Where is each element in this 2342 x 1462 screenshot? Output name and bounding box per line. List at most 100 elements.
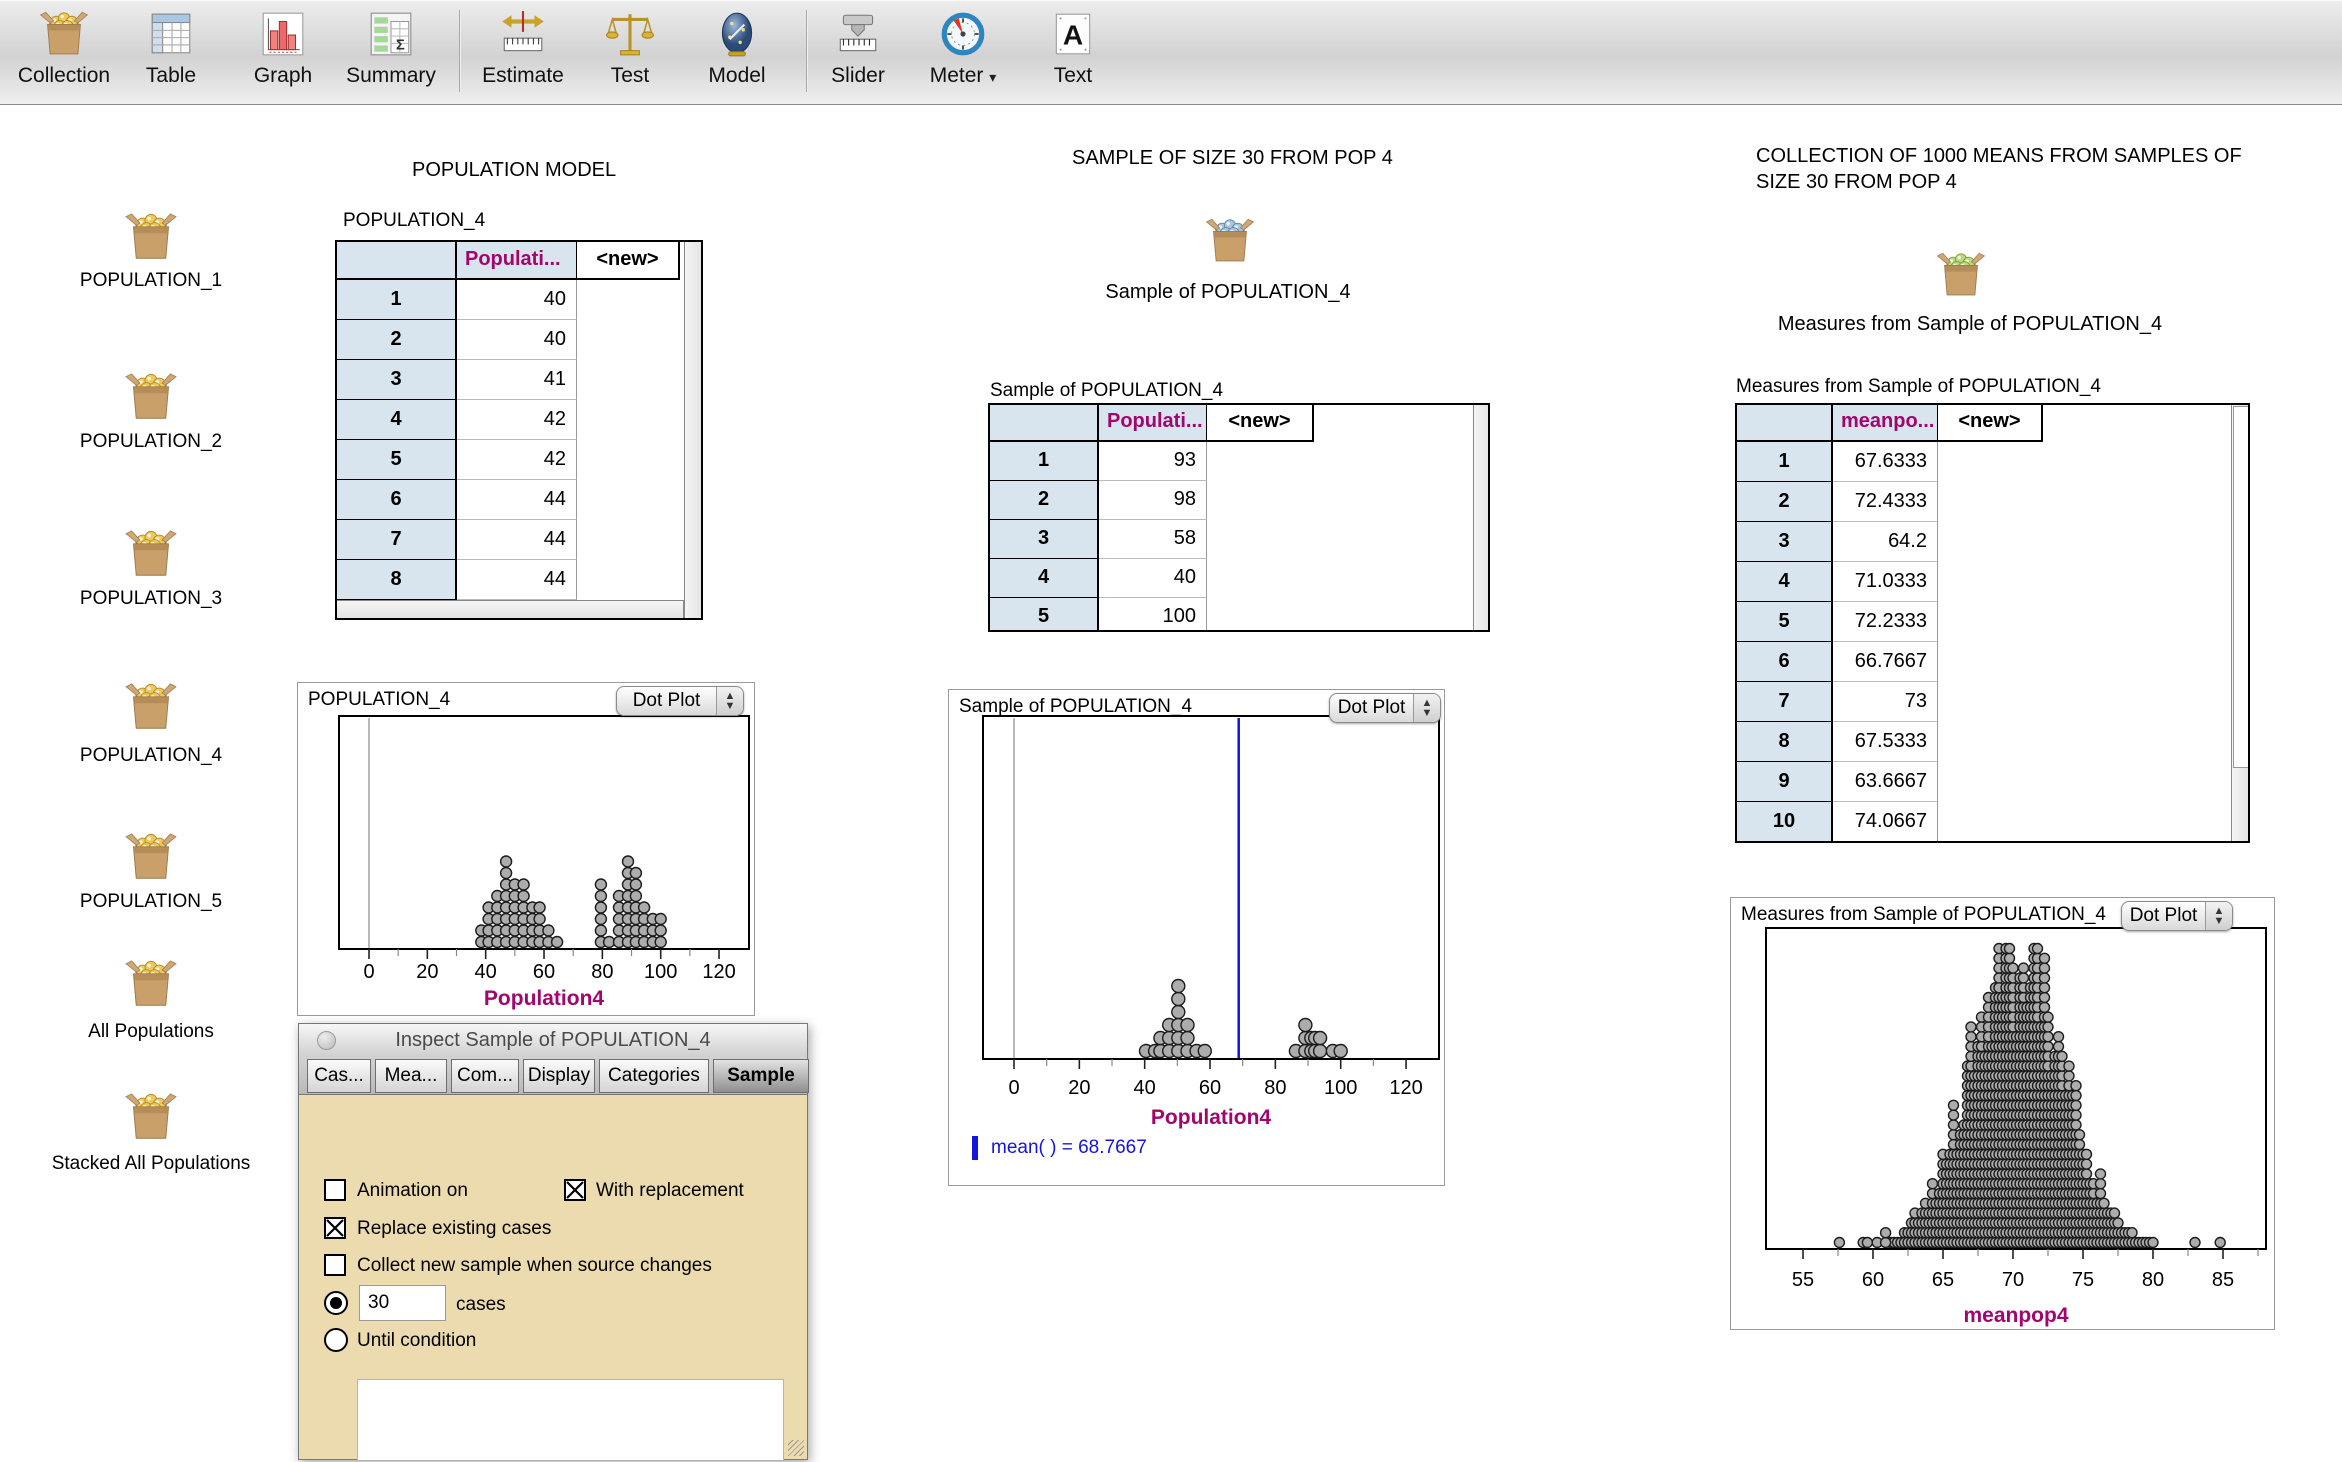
case-value-cell[interactable]: 72.4333 (1833, 482, 1938, 522)
radio-sample-n-cases[interactable] (324, 1291, 348, 1315)
vertical-scrollbar[interactable] (1473, 405, 1490, 630)
radio-until-condition[interactable] (324, 1328, 348, 1352)
case-value-cell[interactable]: 64.2 (1833, 522, 1938, 562)
sidebar-collection-population_5[interactable] (123, 833, 179, 886)
case-number-cell: 8 (1737, 722, 1833, 762)
sidebar-collection-population_3[interactable] (123, 530, 179, 583)
resize-handle[interactable] (788, 1440, 804, 1456)
collection-box-icon (123, 373, 179, 421)
attribute-column-header[interactable]: Populati... (457, 242, 577, 280)
sidebar-collection-all-populations[interactable] (123, 960, 179, 1013)
case-value-cell[interactable]: 40 (457, 320, 577, 360)
close-icon[interactable] (317, 1031, 336, 1050)
collection-icon-sample[interactable] (1204, 218, 1256, 269)
case-value-cell[interactable]: 40 (1099, 559, 1207, 598)
checkbox-label-with-replacement: With replacement (596, 1180, 744, 1202)
check-x-icon (326, 1219, 344, 1237)
dot-plot-canvas[interactable]: 020406080100120Population4 (949, 690, 1446, 1187)
case-value-cell[interactable]: 42 (457, 440, 577, 480)
case-table-measures[interactable]: meanpo...<new>167.6333272.4333364.2471.0… (1735, 403, 2250, 843)
toolbar-button-slider[interactable]: Slider (808, 4, 908, 88)
case-value-cell[interactable]: 58 (1099, 520, 1207, 559)
toolbar-separator (806, 10, 807, 92)
case-value-cell[interactable]: 93 (1099, 442, 1207, 481)
plot-type-selector[interactable]: Dot Plot ▲▼ (1329, 693, 1441, 723)
x-axis: 55606570758085 (1792, 1249, 2258, 1291)
dialog-titlebar[interactable]: Inspect Sample of POPULATION_4 (299, 1024, 807, 1058)
checkbox-replace-existing-cases[interactable] (324, 1217, 346, 1239)
case-value-cell[interactable]: 67.5333 (1833, 722, 1938, 762)
dot-plot-canvas[interactable]: 020406080100120Population4 (298, 683, 756, 1017)
toolbar-label: Graph (233, 64, 333, 88)
condition-formula-textarea[interactable] (357, 1379, 784, 1461)
text-object-means-heading[interactable]: COLLECTION OF 1000 MEANS FROM SAMPLES OF… (1756, 143, 2242, 195)
case-value-cell[interactable]: 73 (1833, 682, 1938, 722)
case-value-cell[interactable]: 44 (457, 560, 577, 600)
new-column-header[interactable]: <new> (1938, 405, 2043, 442)
tab-cases[interactable]: Cas... (307, 1059, 371, 1093)
sidebar-collection-population_1[interactable] (123, 213, 179, 266)
sidebar-collection-stacked-all-populations[interactable] (123, 1093, 179, 1146)
collection-box-icon (1935, 252, 1987, 298)
axis-attribute-label[interactable]: Population4 (1151, 1106, 1271, 1129)
toolbar-button-text[interactable]: A Text (1023, 4, 1123, 88)
case-value-cell[interactable]: 42 (457, 400, 577, 440)
cases-count-input[interactable]: 30 (359, 1285, 446, 1321)
plot-type-selector[interactable]: Dot Plot ▲▼ (2121, 901, 2233, 931)
tab-categories[interactable]: Categories (599, 1059, 709, 1093)
dot-plot-canvas[interactable]: 55606570758085 meanpop4 (1731, 898, 2276, 1331)
case-table-population4[interactable]: Populati...<new>140240341442542644744844 (335, 240, 703, 620)
sidebar-collection-population_4[interactable] (123, 683, 179, 736)
checkbox-collect-new-sample[interactable] (324, 1254, 346, 1276)
toolbar-button-collection[interactable]: Collection (14, 4, 114, 88)
attribute-column-header[interactable]: meanpo... (1833, 405, 1938, 442)
case-value-cell[interactable]: 74.0667 (1833, 802, 1938, 842)
vertical-scrollbar[interactable] (684, 242, 703, 618)
toolbar-button-table[interactable]: Table (121, 4, 221, 88)
case-value-cell[interactable]: 98 (1099, 481, 1207, 520)
attribute-column-header[interactable]: Populati... (1099, 405, 1207, 442)
checkbox-animation-on[interactable] (324, 1179, 346, 1201)
new-column-header[interactable]: <new> (577, 242, 680, 280)
plot-type-selector[interactable]: Dot Plot ▲▼ (616, 686, 744, 716)
sidebar-collection-population_2[interactable] (123, 373, 179, 426)
toolbar-button-estimate[interactable]: Estimate (473, 4, 573, 88)
toolbar-button-graph[interactable]: Graph (233, 4, 333, 88)
case-table-sample[interactable]: Populati...<new>1932983584405100 (988, 403, 1490, 632)
tab-sample[interactable]: Sample (713, 1059, 809, 1093)
toolbar: Collection Table Graph Σ Summary Estimate… (0, 0, 2342, 105)
toolbar-button-summary[interactable]: Σ Summary (341, 4, 441, 88)
text-object-sample-heading[interactable]: SAMPLE OF SIZE 30 FROM POP 4 (1072, 145, 1393, 171)
case-value-cell[interactable]: 66.7667 (1833, 642, 1938, 682)
case-value-cell[interactable]: 100 (1099, 598, 1207, 632)
axis-attribute-label[interactable]: meanpop4 (1963, 1304, 2068, 1327)
case-value-cell[interactable]: 71.0333 (1833, 562, 1938, 602)
plot-type-stepper-icon[interactable]: ▲▼ (2205, 902, 2232, 930)
case-value-cell[interactable]: 41 (457, 360, 577, 400)
case-value-cell[interactable]: 63.6667 (1833, 762, 1938, 802)
text-object-population-model[interactable]: POPULATION MODEL (412, 157, 616, 183)
plot-type-stepper-icon[interactable]: ▲▼ (716, 687, 743, 715)
tab-display[interactable]: Display (523, 1059, 595, 1093)
case-value-cell[interactable]: 40 (457, 280, 577, 320)
toolbar-button-meter[interactable]: Meter ▾ (913, 4, 1013, 88)
checkbox-with-replacement[interactable] (564, 1179, 586, 1201)
new-column-header[interactable]: <new> (1207, 405, 1314, 442)
toolbar-button-model[interactable]: Model (687, 4, 787, 88)
corner-header-cell (1737, 405, 1833, 442)
horizontal-scrollbar[interactable] (337, 600, 684, 620)
axis-attribute-label[interactable]: Population4 (484, 987, 604, 1010)
case-value-cell[interactable]: 44 (457, 520, 577, 560)
toolbar-button-test[interactable]: Test (580, 4, 680, 88)
vertical-scrollbar[interactable] (2231, 405, 2250, 841)
graph-icon (233, 4, 333, 64)
tab-comments[interactable]: Com... (451, 1059, 519, 1093)
case-value-cell[interactable]: 67.6333 (1833, 442, 1938, 482)
tab-measures[interactable]: Mea... (375, 1059, 447, 1093)
case-value-cell[interactable]: 44 (457, 480, 577, 520)
plot-type-stepper-icon[interactable]: ▲▼ (1413, 694, 1440, 722)
collection-icon-measures[interactable] (1935, 252, 1987, 303)
mean-legend[interactable]: mean( ) = 68.7667 (972, 1136, 1147, 1160)
collection-box-icon (123, 213, 179, 261)
case-value-cell[interactable]: 72.2333 (1833, 602, 1938, 642)
